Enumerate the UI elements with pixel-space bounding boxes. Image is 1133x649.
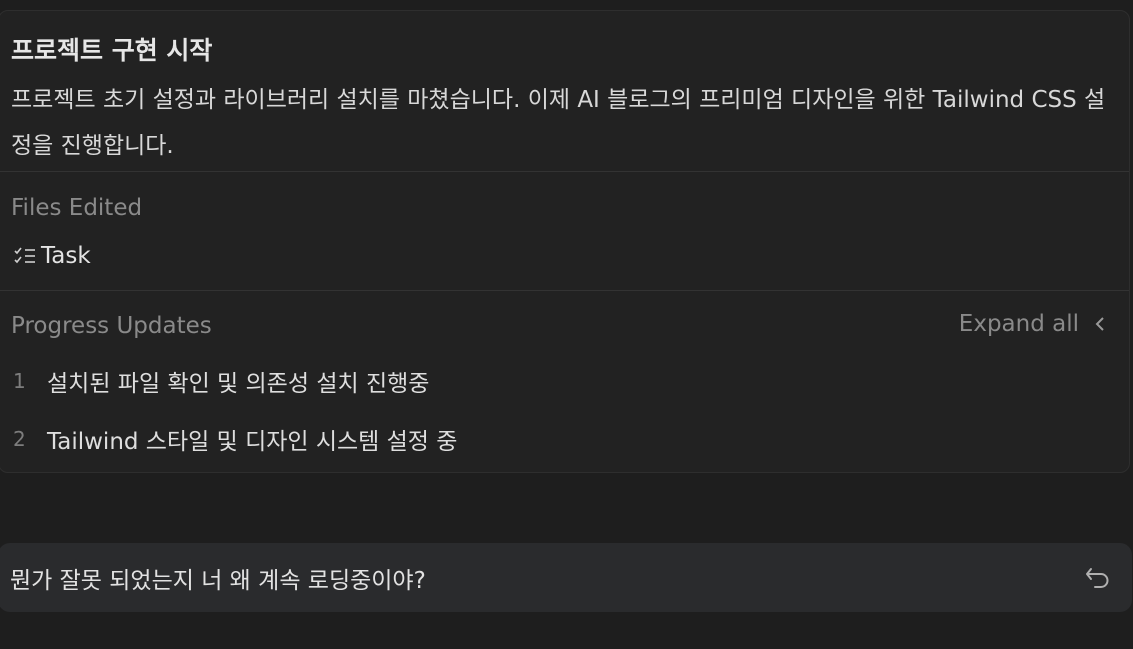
- chevron-left-icon: [1089, 313, 1111, 335]
- progress-item: 2 Tailwind 스타일 및 디자인 시스템 설정 중: [13, 422, 457, 456]
- task-header: 프로젝트 구현 시작 프로젝트 초기 설정과 라이브러리 설치를 마쳤습니다. …: [0, 11, 1129, 171]
- file-name: Task: [41, 243, 91, 269]
- checklist-icon: [13, 245, 39, 267]
- divider: [0, 290, 1129, 291]
- expand-all-label: Expand all: [958, 311, 1079, 337]
- task-description: 프로젝트 초기 설정과 라이브러리 설치를 마쳤습니다. 이제 AI 블로그의 …: [11, 87, 1106, 159]
- files-edited-heading: Files Edited: [11, 195, 143, 221]
- divider: [0, 171, 1129, 172]
- undo-icon[interactable]: [1084, 563, 1112, 591]
- task-card: 프로젝트 구현 시작 프로젝트 초기 설정과 라이브러리 설치를 마쳤습니다. …: [0, 10, 1130, 473]
- task-title: 프로젝트 구현 시작: [11, 36, 213, 65]
- progress-item-number: 1: [13, 369, 26, 393]
- progress-updates-heading: Progress Updates: [11, 313, 212, 339]
- user-message-box[interactable]: 뭔가 잘못 되었는지 너 왜 계속 로딩중이야?: [0, 543, 1132, 612]
- expand-all-button[interactable]: Expand all: [959, 311, 1111, 337]
- progress-item-text: Tailwind 스타일 및 디자인 시스템 설정 중: [47, 429, 458, 455]
- user-message-text: 뭔가 잘못 되었는지 너 왜 계속 로딩중이야?: [10, 568, 426, 594]
- progress-item-text: 설치된 파일 확인 및 의존성 설치 진행중: [47, 371, 430, 397]
- file-item-task[interactable]: Task: [13, 239, 91, 273]
- progress-item-number: 2: [13, 427, 26, 451]
- progress-item: 1 설치된 파일 확인 및 의존성 설치 진행중: [13, 364, 429, 398]
